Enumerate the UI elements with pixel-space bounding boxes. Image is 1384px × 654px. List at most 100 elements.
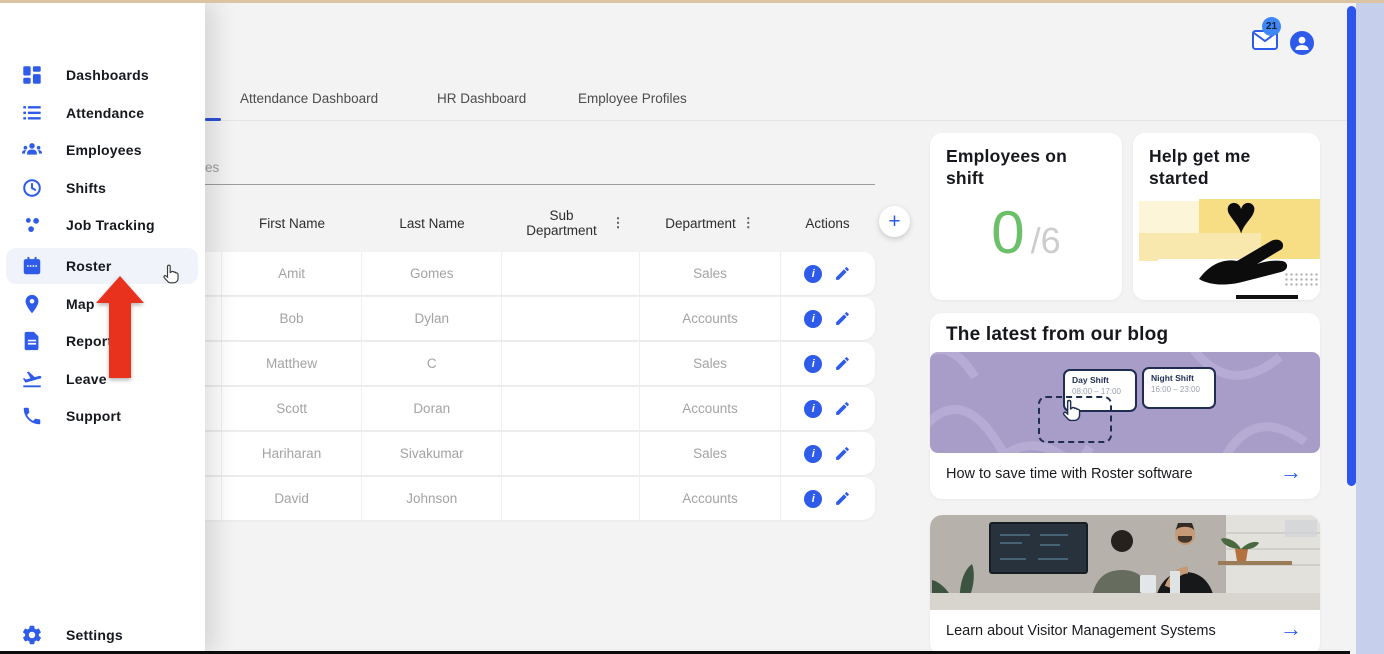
map-pin-icon [20, 292, 44, 316]
shift-count-value: 0 [991, 203, 1024, 263]
info-button[interactable]: i [804, 490, 822, 508]
arrow-right-icon[interactable]: → [1280, 459, 1302, 485]
cell-department[interactable]: Sales [639, 432, 779, 475]
cell-last-name[interactable]: Gomes [361, 252, 501, 295]
blog-post-title[interactable]: Learn about Visitor Management Systems [946, 623, 1216, 639]
tab-employee-profiles[interactable]: Employee Profiles [578, 91, 687, 106]
sidebar-item-label: Job Tracking [66, 217, 155, 233]
tab-bar-divider [205, 120, 1347, 121]
blog-post-photo[interactable] [930, 515, 1320, 610]
cell-department[interactable]: Sales [639, 252, 779, 295]
cell-department[interactable]: Accounts [639, 387, 779, 430]
info-button[interactable]: i [804, 265, 822, 283]
cell-last-name[interactable]: Doran [361, 387, 501, 430]
day-shift-label: Day Shift [1072, 375, 1135, 385]
column-menu-icon[interactable]: ⋮ [612, 215, 625, 231]
sidebar-item-settings[interactable]: Settings [6, 617, 198, 653]
scrollbar-track[interactable] [1356, 0, 1384, 654]
sidebar-item-label: Map [66, 296, 95, 312]
cell-sub-department[interactable] [501, 342, 639, 385]
edit-pencil-button[interactable] [834, 355, 851, 372]
day-shift-time: 08:00 – 17:00 [1072, 387, 1135, 396]
add-column-button[interactable]: + [879, 206, 910, 237]
cell-sub-department[interactable] [501, 252, 639, 295]
cursor-pointer-icon [159, 262, 182, 287]
cell-sub-department[interactable] [501, 387, 639, 430]
cell-first-name[interactable]: Scott [221, 387, 361, 430]
active-tab-indicator [205, 118, 221, 121]
list-icon [20, 101, 44, 125]
sidebar-item-support[interactable]: Support [6, 398, 198, 434]
cell-first-name[interactable]: Amit [221, 252, 361, 295]
header-sub-department[interactable]: Sub Department ⋮ [502, 200, 640, 246]
column-menu-icon[interactable]: ⋮ [742, 215, 755, 231]
cell-department[interactable]: Sales [639, 342, 779, 385]
scrollbar-thumb[interactable] [1347, 6, 1356, 486]
red-arrow-annotation [96, 276, 144, 378]
sidebar-item-dashboards[interactable]: Dashboards [6, 57, 198, 93]
photo-edge-noise [1284, 272, 1318, 288]
tab-attendance-dashboard[interactable]: Attendance Dashboard [240, 91, 378, 106]
cell-actions: i [780, 477, 875, 520]
header-last-name[interactable]: Last Name [362, 200, 502, 246]
cell-actions: i [780, 432, 875, 475]
sidebar-item-shifts[interactable]: Shifts [6, 170, 198, 206]
cell-actions: i [780, 342, 875, 385]
night-shift-label: Night Shift [1151, 373, 1214, 383]
arrow-right-icon[interactable]: → [1280, 616, 1302, 642]
sidebar-item-label: Support [66, 408, 121, 424]
header-first-name[interactable]: First Name [222, 200, 362, 246]
blog-post-title[interactable]: How to save time with Roster software [946, 466, 1193, 482]
night-shift-chip: Night Shift 16:00 – 23:00 [1142, 367, 1216, 409]
sidebar-item-label: Settings [66, 627, 123, 643]
help-card-title: Help get me started [1149, 146, 1299, 190]
cell-last-name[interactable]: Sivakumar [361, 432, 501, 475]
blog-section-title: The latest from our blog [946, 324, 1168, 346]
cell-actions: i [780, 252, 875, 295]
cell-first-name[interactable]: David [221, 477, 361, 520]
cell-department[interactable]: Accounts [639, 297, 779, 340]
edit-pencil-button[interactable] [834, 310, 851, 327]
cell-first-name[interactable]: Bob [221, 297, 361, 340]
edit-pencil-button[interactable] [834, 400, 851, 417]
info-button[interactable]: i [804, 355, 822, 373]
sidebar-item-label: Employees [66, 142, 142, 158]
notification-badge: 21 [1262, 17, 1281, 36]
cell-first-name[interactable]: Matthew [221, 342, 361, 385]
sidebar-item-job-tracking[interactable]: Job Tracking [6, 207, 198, 243]
night-shift-time: 16:00 – 23:00 [1151, 385, 1214, 394]
edit-pencil-button[interactable] [834, 490, 851, 507]
edit-pencil-button[interactable] [834, 445, 851, 462]
help-get-started-card[interactable]: Help get me started ♥ [1133, 133, 1320, 300]
blog-post-image-roster[interactable]: Day Shift 08:00 – 17:00 Night Shift 16:0… [930, 352, 1320, 453]
shift-count-total: /6 [1031, 220, 1061, 262]
info-button[interactable]: i [804, 310, 822, 328]
cell-sub-department[interactable] [501, 432, 639, 475]
info-button[interactable]: i [804, 400, 822, 418]
help-card-illustration: ♥ [1133, 199, 1320, 300]
cell-first-name[interactable]: Hariharan [221, 432, 361, 475]
sidebar-item-employees[interactable]: Employees [6, 132, 198, 168]
airplane-icon [20, 367, 44, 391]
edit-pencil-button[interactable] [834, 265, 851, 282]
user-avatar-button[interactable] [1290, 31, 1314, 55]
header-department-label: Department [665, 216, 736, 231]
sidebar-item-attendance[interactable]: Attendance [6, 95, 198, 131]
cell-sub-department[interactable] [501, 477, 639, 520]
header-department[interactable]: Department ⋮ [640, 200, 780, 246]
cell-department[interactable]: Accounts [639, 477, 779, 520]
app-window: 21 Attendance Dashboard HR Dashboard Emp… [0, 0, 1384, 654]
cell-sub-department[interactable] [501, 297, 639, 340]
search-input[interactable]: es [205, 160, 219, 175]
cell-last-name[interactable]: Dylan [361, 297, 501, 340]
person-icon [1290, 31, 1314, 55]
shift-count: 0 /6 [930, 203, 1122, 263]
info-button[interactable]: i [804, 445, 822, 463]
sidebar-item-label: Shifts [66, 180, 106, 196]
cell-last-name[interactable]: Johnson [361, 477, 501, 520]
cell-last-name[interactable]: C [361, 342, 501, 385]
phone-icon [20, 404, 44, 428]
tab-hr-dashboard[interactable]: HR Dashboard [437, 91, 526, 106]
drag-hand-icon [1058, 398, 1084, 424]
blog-post-card-visitor: Learn about Visitor Management Systems → [930, 515, 1320, 654]
